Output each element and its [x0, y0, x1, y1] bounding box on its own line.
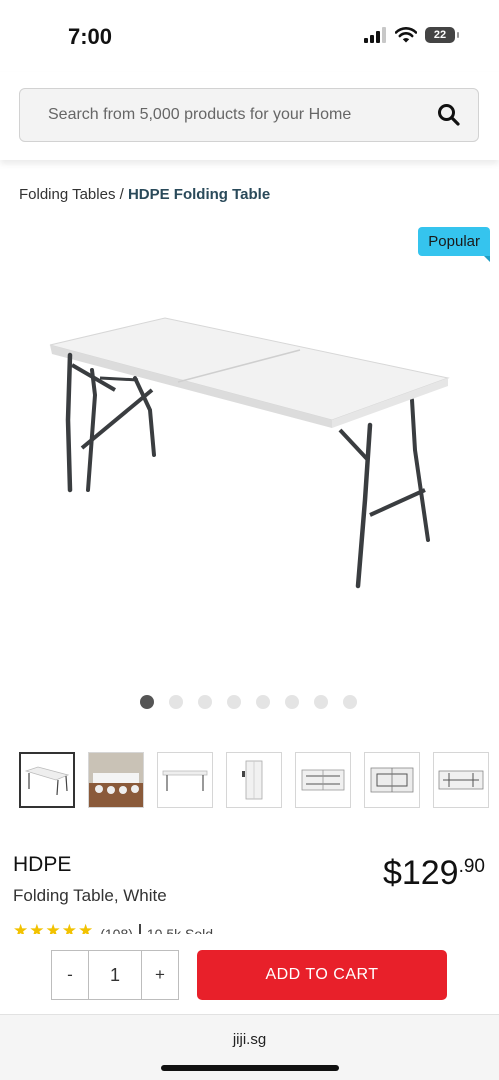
search-input[interactable]: [48, 89, 408, 141]
battery-icon: 22: [425, 27, 459, 43]
thumbnail-table-bottom[interactable]: [433, 752, 489, 808]
carousel-dot[interactable]: [198, 695, 212, 709]
status-icons: 22: [363, 27, 459, 43]
table-underside-image: [301, 769, 345, 791]
product-price: $129.90: [383, 854, 485, 893]
wifi-icon: [395, 27, 417, 43]
table-front-image: [162, 770, 208, 791]
thumbnail-table-underside[interactable]: [295, 752, 351, 808]
product-brand: HDPE: [13, 853, 72, 876]
review-count[interactable]: (108): [100, 924, 133, 934]
breadcrumb-current: HDPE Folding Table: [127, 186, 271, 203]
table-bottom-image: [438, 770, 484, 790]
breadcrumb: Folding Tables / HDPE Folding Table: [19, 186, 270, 203]
carousel-dot[interactable]: [343, 695, 357, 709]
cellular-signal-icon: [364, 27, 386, 43]
home-indicator[interactable]: [161, 1065, 339, 1071]
quantity-input[interactable]: [88, 951, 142, 999]
decrease-quantity-button[interactable]: -: [52, 951, 88, 999]
thumbnail-dining-scene[interactable]: [88, 752, 144, 808]
breadcrumb-separator: /: [119, 186, 124, 203]
breadcrumb-parent[interactable]: Folding Tables: [19, 186, 115, 203]
header: [0, 72, 499, 160]
table-thumbnail-image: [24, 766, 70, 796]
thumbnail-table-angle[interactable]: [19, 752, 75, 808]
carousel-dot[interactable]: [314, 695, 328, 709]
add-to-cart-button[interactable]: ADD TO CART: [197, 950, 447, 1000]
rating-row: ★★★★★ (108) 10.5k Sold: [13, 920, 313, 934]
product-main-image[interactable]: [40, 300, 460, 600]
status-time: 7:00: [68, 24, 113, 49]
increase-quantity-button[interactable]: +: [142, 951, 178, 999]
thumbnail-table-front[interactable]: [157, 752, 213, 808]
table-folded-image: [242, 760, 263, 800]
carousel-dot[interactable]: [256, 695, 270, 709]
add-to-cart-bar: - + ADD TO CART: [0, 934, 499, 1014]
star-rating-icon[interactable]: ★★★★★: [13, 922, 94, 934]
search-icon[interactable]: [436, 102, 462, 128]
dining-scene-image: [89, 753, 143, 807]
quantity-stepper: - +: [51, 950, 179, 1000]
carousel-dot[interactable]: [140, 695, 154, 709]
table-frame-image: [370, 767, 414, 793]
price-dollars: $129: [382, 854, 459, 892]
carousel-dot[interactable]: [169, 695, 183, 709]
price-cents: .90: [458, 856, 485, 877]
browser-url[interactable]: jiji.sg: [0, 1031, 499, 1048]
carousel-dot[interactable]: [285, 695, 299, 709]
thumbnail-table-frame[interactable]: [364, 752, 420, 808]
browser-url-bar: jiji.sg: [0, 1014, 499, 1080]
thumbnail-strip: [19, 752, 489, 808]
battery-level: 22: [433, 29, 447, 41]
carousel-dot[interactable]: [227, 695, 241, 709]
carousel-dots: [140, 695, 357, 709]
popular-badge: Popular: [418, 227, 490, 262]
product-name: Folding Table, White: [13, 886, 167, 905]
sold-count: 10.5k Sold: [138, 924, 213, 934]
thumbnail-table-folded[interactable]: [226, 752, 282, 808]
search-bar[interactable]: [19, 88, 479, 142]
status-bar: 7:00 22: [0, 0, 499, 72]
